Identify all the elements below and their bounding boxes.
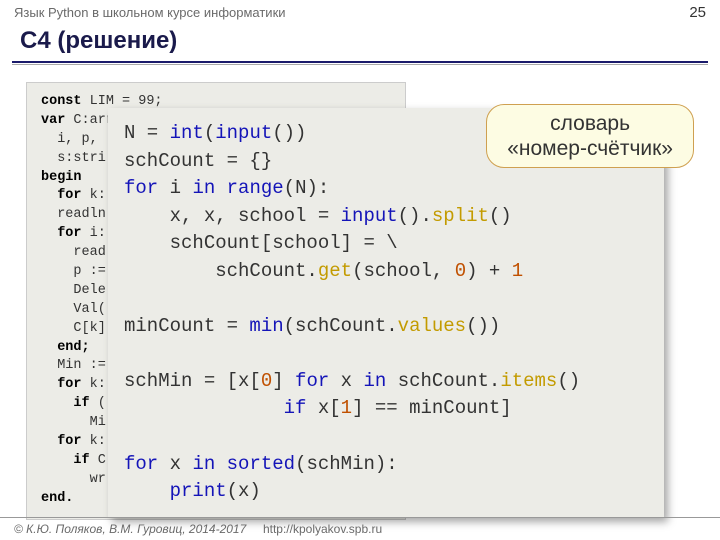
callout-bubble: словарь «номер-счётчик» [486,104,694,168]
slide-header: Язык Python в школьном курсе информатики… [0,0,720,23]
page-number: 25 [689,4,706,21]
callout-line2: «номер-счётчик» [507,136,673,161]
slide-title: C4 (решение) [0,23,720,59]
footer-link[interactable]: http://kpolyakov.spb.ru [263,522,382,536]
python-code-block: N = int(input()) schCount = {} for i in … [108,108,664,518]
slide-footer: © К.Ю. Поляков, В.М. Гуровиц, 2014-2017 … [0,517,720,540]
callout-line1: словарь [507,111,673,136]
divider [12,61,708,63]
course-title: Язык Python в школьном курсе информатики [14,5,286,20]
divider-thin [12,64,708,65]
copyright: © К.Ю. Поляков, В.М. Гуровиц, 2014-2017 [14,522,246,536]
